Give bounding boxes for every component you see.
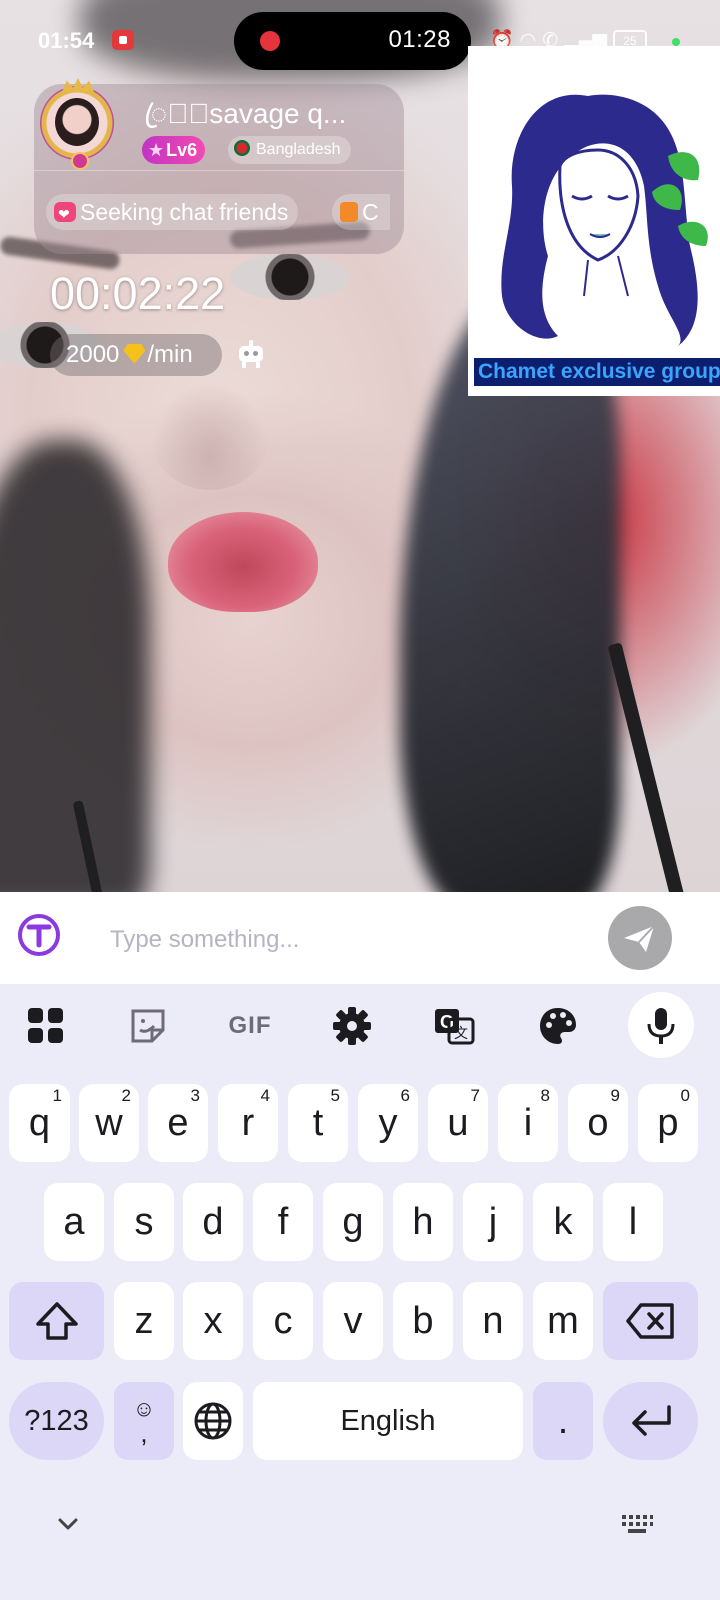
video-nose xyxy=(150,380,270,490)
enter-key[interactable] xyxy=(603,1382,698,1460)
rate-value: 2000 xyxy=(66,341,120,368)
key-n[interactable]: n xyxy=(463,1282,523,1360)
level-badge: ★ Lv6 xyxy=(142,136,206,164)
globe-icon xyxy=(194,1402,232,1440)
heart-icon xyxy=(54,196,76,232)
note-icon xyxy=(340,201,358,222)
key-k[interactable]: k xyxy=(533,1183,593,1261)
shift-arrow-icon xyxy=(35,1302,78,1340)
logo-caption: Chamet exclusive group xyxy=(474,358,720,386)
key-b[interactable]: b xyxy=(393,1282,453,1360)
shift-key[interactable] xyxy=(9,1282,104,1360)
star-icon: ★ xyxy=(148,140,165,160)
hide-keyboard-chevron-icon[interactable] xyxy=(54,1510,82,1538)
emoji-comma-key[interactable]: ☺ , xyxy=(114,1382,174,1460)
gear-icon[interactable] xyxy=(328,1002,376,1050)
privacy-indicator-dot xyxy=(672,38,680,46)
key-c[interactable]: c xyxy=(253,1282,313,1360)
microphone-icon xyxy=(647,1008,675,1044)
profile-card[interactable]: ꦿ꧂⃤savage q... ★Lv6 Bangladesh Seeking c… xyxy=(34,78,404,254)
call-duration: 00:02:22 xyxy=(50,268,226,319)
key-m[interactable]: m xyxy=(533,1282,593,1360)
voice-input-button[interactable] xyxy=(628,992,694,1058)
apps-grid-icon[interactable] xyxy=(22,1002,70,1050)
key-f[interactable]: f xyxy=(253,1183,313,1261)
translate-t-icon[interactable] xyxy=(16,912,62,958)
key-x[interactable]: x xyxy=(183,1282,243,1360)
key-h[interactable]: h xyxy=(393,1183,453,1261)
key-q[interactable]: q1 xyxy=(9,1084,70,1162)
sticker-icon[interactable] xyxy=(124,1002,172,1050)
period-key[interactable]: . xyxy=(533,1382,593,1460)
key-o[interactable]: o9 xyxy=(568,1084,628,1162)
divider xyxy=(34,170,404,171)
space-bar[interactable]: English xyxy=(253,1382,523,1460)
key-v[interactable]: v xyxy=(323,1282,383,1360)
symbols-key[interactable]: ?123 xyxy=(9,1382,104,1460)
language-key[interactable] xyxy=(183,1382,243,1460)
record-dot-icon xyxy=(260,31,280,51)
comma-label: , xyxy=(140,1418,148,1448)
send-icon xyxy=(624,925,655,952)
keyboard-switch-icon[interactable] xyxy=(620,1512,654,1536)
key-s[interactable]: s xyxy=(114,1183,174,1261)
message-input[interactable] xyxy=(110,922,590,958)
group-logo-overlay[interactable]: Chamet exclusive group xyxy=(468,46,720,396)
send-button[interactable] xyxy=(608,906,672,970)
key-e[interactable]: e3 xyxy=(148,1084,208,1162)
video-eye xyxy=(230,254,350,300)
key-i[interactable]: i8 xyxy=(498,1084,558,1162)
palette-icon[interactable] xyxy=(534,1002,582,1050)
video-hair xyxy=(0,440,150,908)
key-l[interactable]: l xyxy=(603,1183,663,1261)
video-lips xyxy=(168,512,318,612)
screen-record-app-icon xyxy=(112,30,134,50)
robot-icon[interactable] xyxy=(236,340,266,368)
key-r[interactable]: r4 xyxy=(218,1084,278,1162)
key-j[interactable]: j xyxy=(463,1183,523,1261)
gem-icon xyxy=(71,152,89,170)
key-g[interactable]: g xyxy=(323,1183,383,1261)
tag-label: Seeking chat friends xyxy=(80,199,289,225)
bangladesh-flag-icon xyxy=(234,140,250,157)
gif-icon[interactable]: GIF xyxy=(226,1002,274,1050)
backspace-icon xyxy=(625,1303,674,1339)
country-label: Bangladesh xyxy=(256,141,341,158)
woman-logo-icon xyxy=(501,94,708,346)
tag-chip[interactable]: C xyxy=(332,194,390,230)
translate-icon[interactable]: G文 xyxy=(430,1002,478,1050)
key-y[interactable]: y6 xyxy=(358,1084,418,1162)
backspace-key[interactable] xyxy=(603,1282,698,1360)
key-t[interactable]: t5 xyxy=(288,1084,348,1162)
recording-elapsed: 01:28 xyxy=(388,26,451,53)
key-a[interactable]: a xyxy=(44,1183,104,1261)
rate-unit: /min xyxy=(147,341,193,368)
enter-arrow-icon xyxy=(631,1405,671,1436)
avatar[interactable] xyxy=(40,78,114,170)
tag-label: C xyxy=(362,199,379,225)
avatar-photo xyxy=(55,98,99,146)
status-time: 01:54 xyxy=(38,28,95,53)
svg-text:文: 文 xyxy=(454,1026,468,1042)
call-rate-chip: 2000/min xyxy=(50,334,222,376)
key-z[interactable]: z xyxy=(114,1282,174,1360)
key-d[interactable]: d xyxy=(183,1183,243,1261)
key-p[interactable]: p0 xyxy=(638,1084,698,1162)
tag-chip[interactable]: Seeking chat friends xyxy=(46,194,299,232)
level-label: Lv6 xyxy=(166,140,198,160)
recording-pill[interactable]: 01:28 xyxy=(234,12,471,70)
diamond-icon xyxy=(123,343,146,364)
key-w[interactable]: w2 xyxy=(79,1084,139,1162)
country-badge: Bangladesh xyxy=(228,136,351,164)
svg-text:G: G xyxy=(440,1012,454,1032)
key-u[interactable]: u7 xyxy=(428,1084,488,1162)
